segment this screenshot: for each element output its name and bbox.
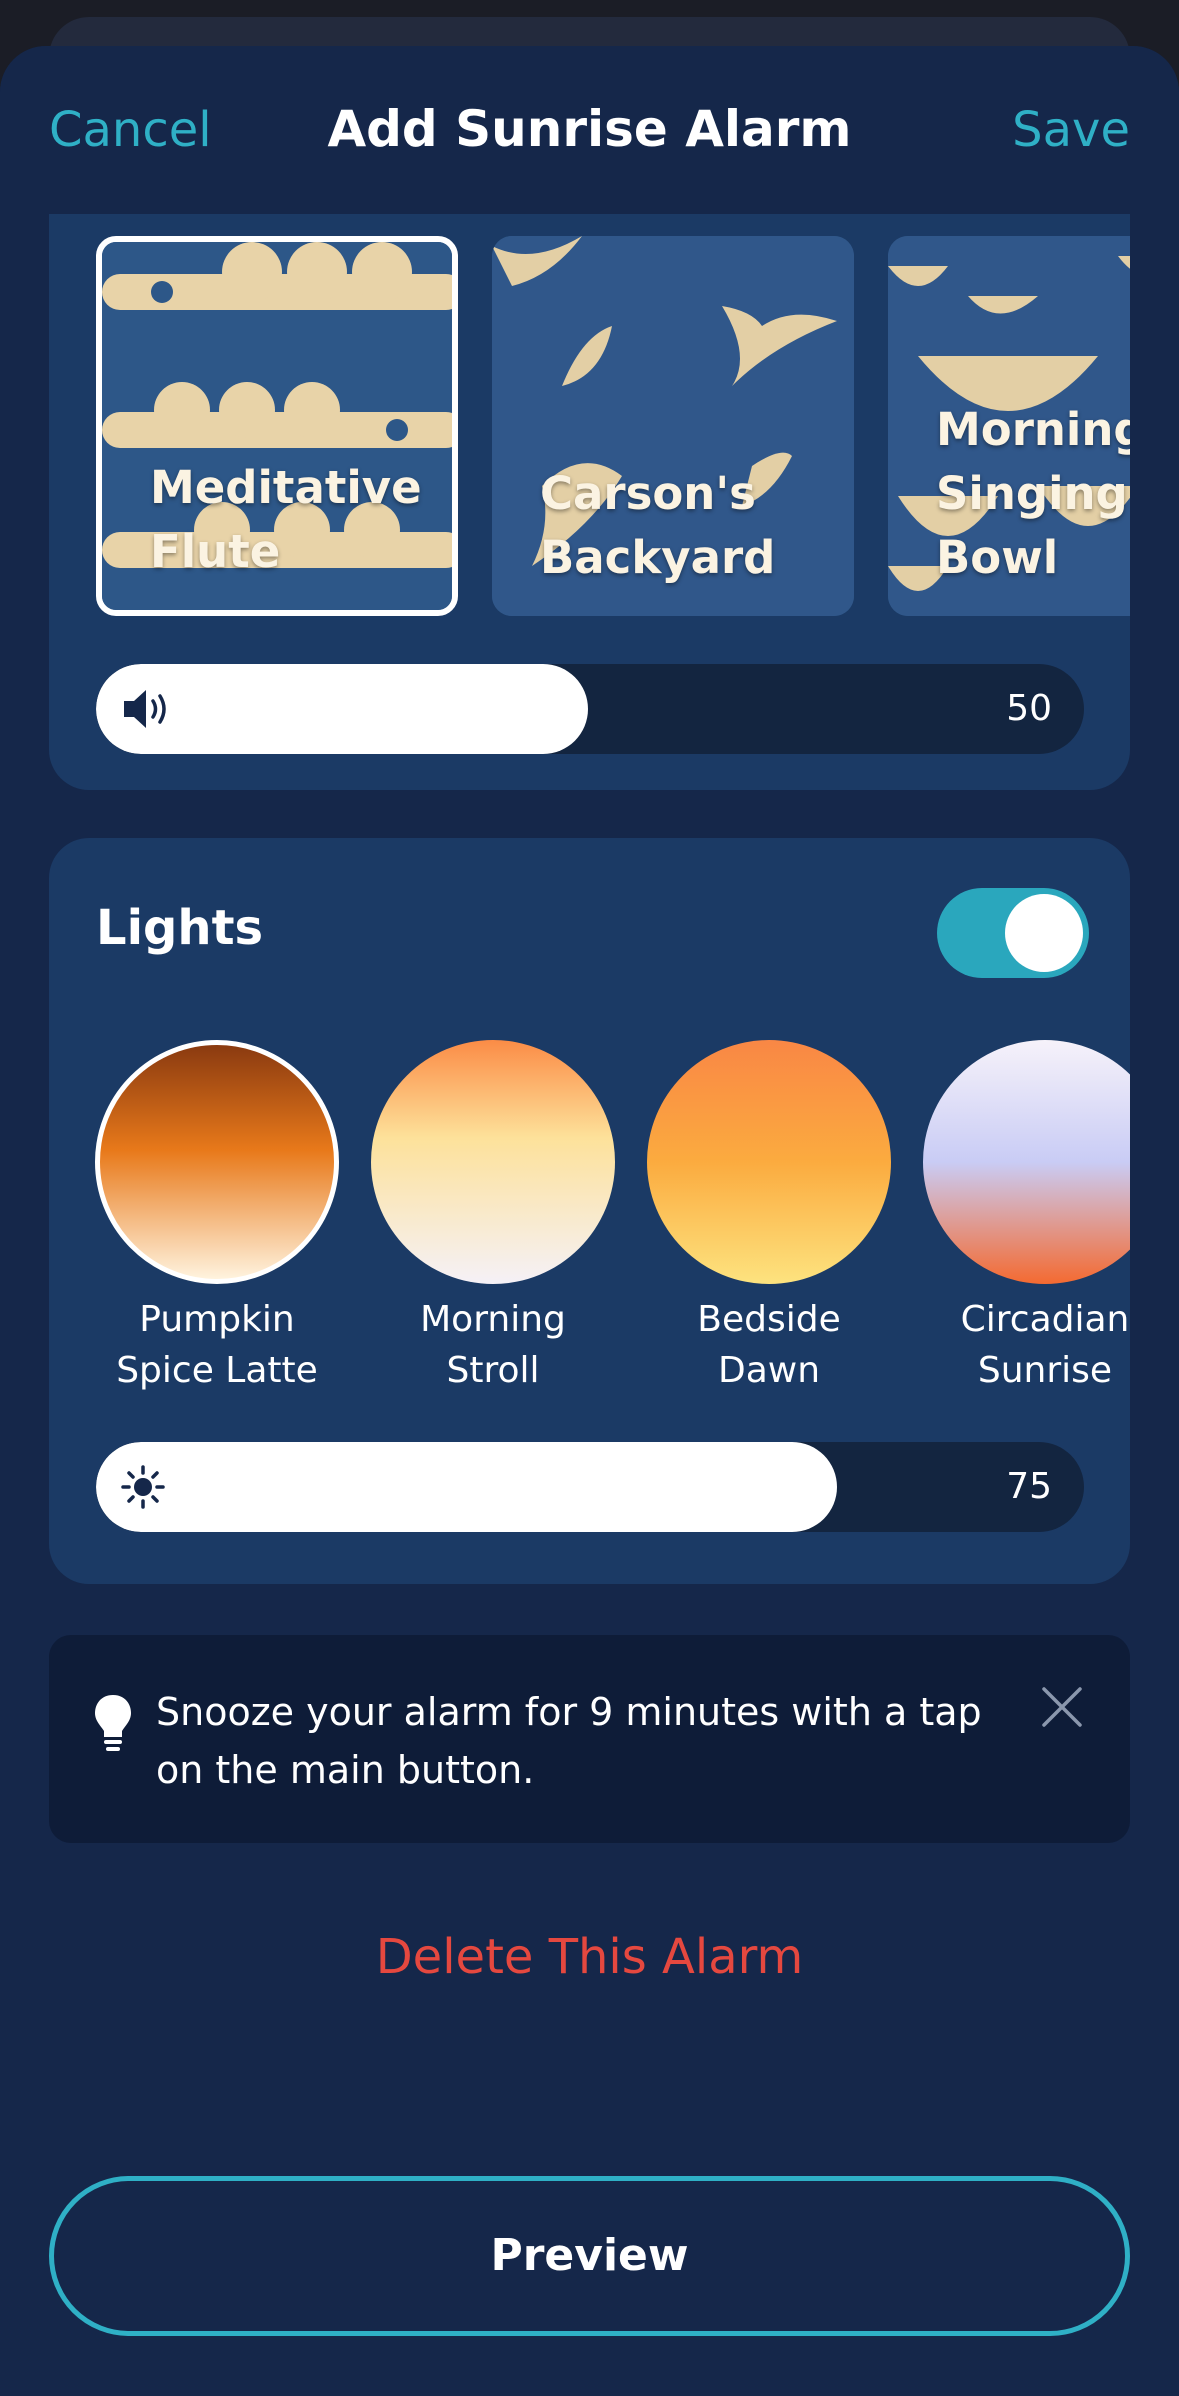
toggle-knob xyxy=(1005,894,1083,972)
sun-icon xyxy=(120,1464,166,1514)
lights-title: Lights xyxy=(96,900,264,956)
sound-tile-label: Morning Singing Bowl xyxy=(936,403,1130,584)
swatch-circle xyxy=(923,1040,1130,1284)
light-swatches[interactable]: Pumpkin Spice Latte Morning Stroll Bedsi… xyxy=(49,1040,1130,1410)
sound-tile-carsons-backyard[interactable]: Carson's Backyard xyxy=(492,236,854,616)
swatch-name: Morning Stroll xyxy=(420,1299,566,1391)
swatch-circadian-sunrise[interactable]: Circadian Sunrise xyxy=(923,1040,1130,1396)
brightness-value: 75 xyxy=(1006,1466,1052,1507)
speaker-icon xyxy=(120,686,172,736)
swatch-circle xyxy=(647,1040,891,1284)
lightbulb-icon xyxy=(93,1693,133,1759)
swatch-pumpkin-spice-latte[interactable]: Pumpkin Spice Latte xyxy=(95,1040,339,1396)
sound-tile-meditative-flute[interactable]: Meditative Flute xyxy=(96,236,458,616)
sound-tile-morning-singing-bowl[interactable]: Morning Singing Bowl xyxy=(888,236,1130,616)
swatch-name: Bedside Dawn xyxy=(697,1299,841,1391)
save-button[interactable]: Save xyxy=(1012,102,1130,158)
swatch-circle xyxy=(95,1040,339,1284)
swatch-bedside-dawn[interactable]: Bedside Dawn xyxy=(647,1040,891,1396)
page-title: Add Sunrise Alarm xyxy=(327,100,852,158)
brightness-slider[interactable]: 75 xyxy=(96,1442,1084,1532)
sound-tiles[interactable]: Meditative Flute Carson's Backyard Morni… xyxy=(96,236,1130,616)
swatch-circle xyxy=(371,1040,615,1284)
lights-toggle[interactable] xyxy=(937,888,1089,978)
tip-text: Snooze your alarm for 9 minutes with a t… xyxy=(156,1690,982,1792)
close-icon[interactable] xyxy=(1040,1685,1084,1733)
add-alarm-sheet: Meditative Flute Carson's Backyard Morni… xyxy=(0,46,1179,2396)
swatch-name: Circadian Sunrise xyxy=(960,1299,1130,1391)
sound-tile-label: Carson's Backyard xyxy=(540,467,776,584)
delete-alarm-button[interactable]: Delete This Alarm xyxy=(0,1929,1179,1985)
tip-banner: Snooze your alarm for 9 minutes with a t… xyxy=(49,1635,1130,1843)
preview-button[interactable]: Preview xyxy=(49,2176,1130,2336)
brightness-fill xyxy=(96,1442,837,1532)
swatch-morning-stroll[interactable]: Morning Stroll xyxy=(371,1040,615,1396)
volume-slider[interactable]: 50 xyxy=(96,664,1084,754)
swatch-name: Pumpkin Spice Latte xyxy=(116,1299,318,1391)
sound-tile-label: Meditative Flute xyxy=(150,461,422,578)
lights-card: Lights Pumpkin Spice Latte Morning Strol… xyxy=(49,838,1130,1584)
volume-value: 50 xyxy=(1006,688,1052,729)
header-bar: Cancel Add Sunrise Alarm Save xyxy=(0,46,1179,214)
